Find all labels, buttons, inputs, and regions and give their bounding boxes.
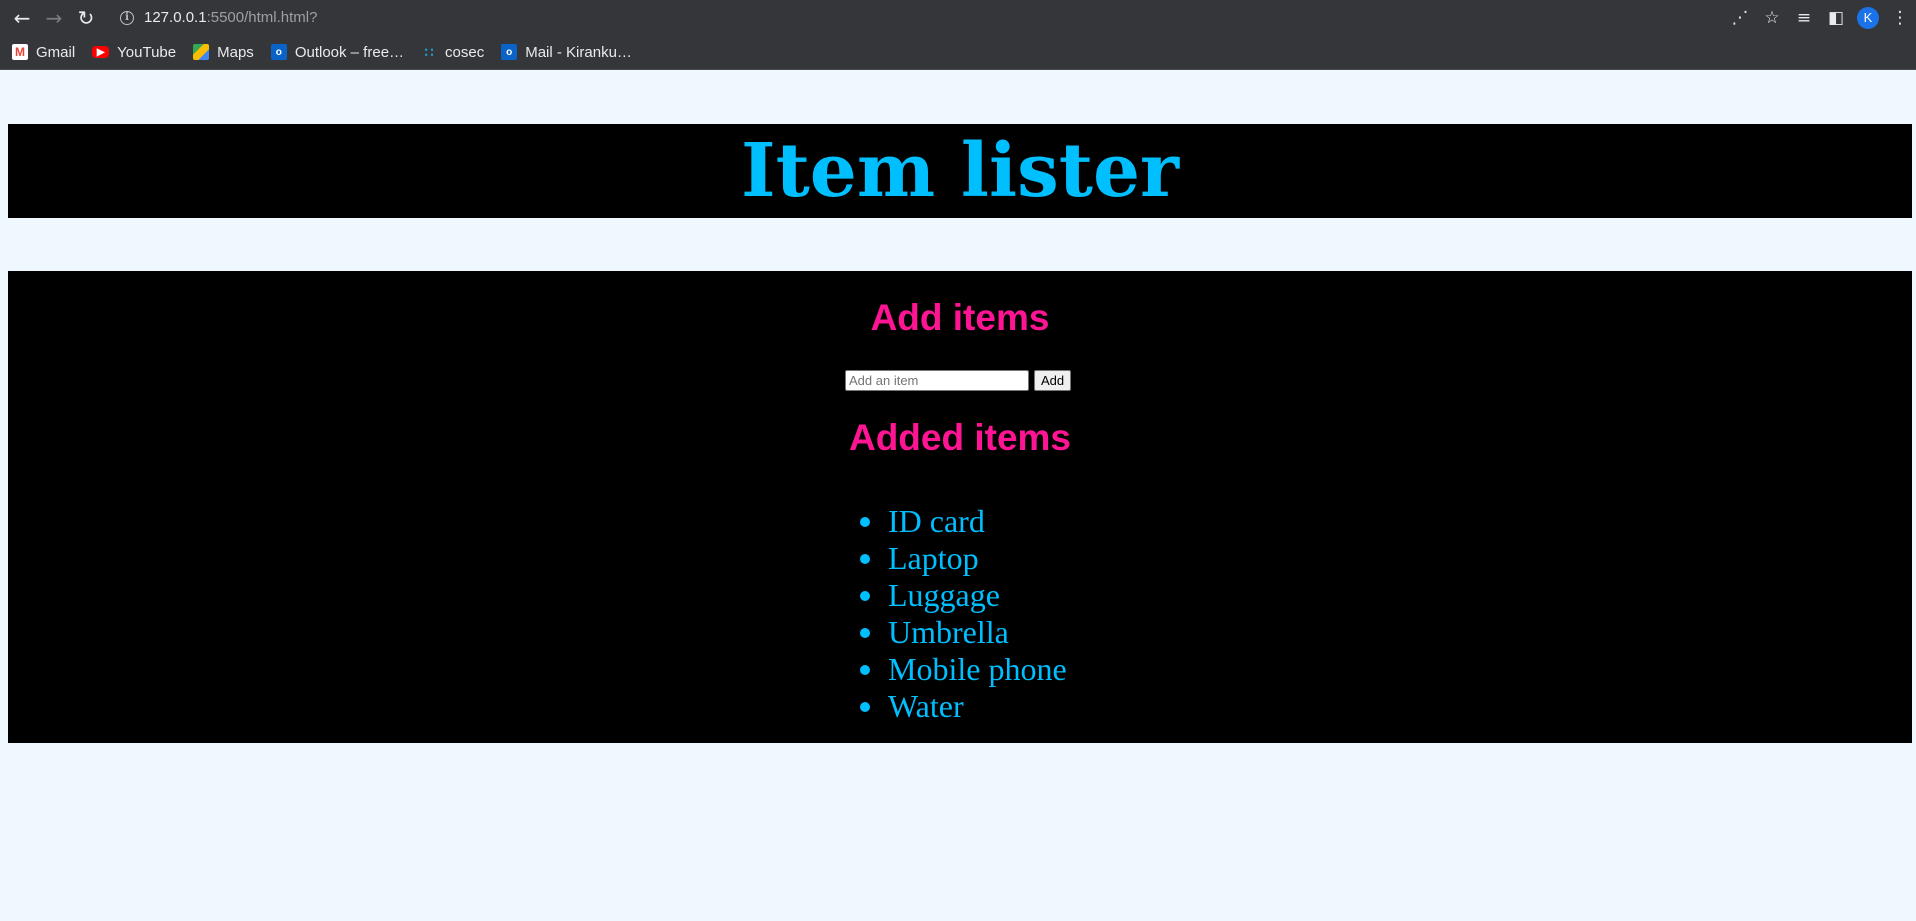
item-label: Mobile phone xyxy=(888,651,1067,687)
list-item: ID card xyxy=(860,503,1067,540)
bookmark-cosec[interactable]: ∷ cosec xyxy=(421,43,485,61)
bookmark-label: Outlook – free… xyxy=(294,43,405,61)
bookmark-gmail[interactable]: M Gmail xyxy=(12,44,75,61)
main-panel: Add items Add Added items ID card Laptop… xyxy=(8,271,1912,743)
item-label: Umbrella xyxy=(888,614,1009,650)
maps-icon xyxy=(193,44,210,60)
bullet-icon xyxy=(860,590,870,601)
items-list: ID card Laptop Luggage Umbrella Mobile p… xyxy=(860,503,1067,725)
url-path: :5500/html.html? xyxy=(206,9,318,26)
reading-list-icon[interactable]: ≡ xyxy=(1788,0,1820,35)
list-item: Laptop xyxy=(860,540,1067,577)
bookmark-label: Mail - Kiranku… xyxy=(525,43,632,61)
item-label: ID card xyxy=(888,503,985,539)
bookmarks-bar: M Gmail ▶ YouTube Maps o Outlook – free…… xyxy=(0,35,1916,70)
item-label: Luggage xyxy=(888,577,1000,613)
bookmark-label: Maps xyxy=(217,43,254,61)
share-icon[interactable]: ⋰ xyxy=(1724,0,1756,35)
bullet-icon xyxy=(860,664,870,675)
item-label: Water xyxy=(888,688,964,724)
bookmark-mail[interactable]: o Mail - Kiranku… xyxy=(501,44,632,61)
bullet-icon xyxy=(860,516,870,527)
add-button[interactable]: Add xyxy=(1034,370,1072,391)
reload-icon[interactable]: ↻ xyxy=(70,0,102,35)
gmail-icon: M xyxy=(12,44,28,60)
outlook-icon: o xyxy=(501,44,518,60)
added-items-heading: Added items xyxy=(848,417,1072,458)
list-item: Water xyxy=(860,688,1067,725)
profile-avatar[interactable]: K xyxy=(1852,0,1884,35)
bookmark-maps[interactable]: Maps xyxy=(193,44,254,61)
bullet-icon xyxy=(860,627,870,638)
avatar: K xyxy=(1857,6,1879,29)
page-header: Item lister xyxy=(8,124,1912,218)
bookmark-outlook[interactable]: o Outlook – free… xyxy=(270,43,405,61)
page-title: Item lister xyxy=(740,128,1180,214)
list-item: Mobile phone xyxy=(860,651,1067,688)
cosec-icon: ∷ xyxy=(424,43,434,60)
youtube-icon: ▶ xyxy=(92,46,110,58)
toolbar-actions: ⋰ ☆ ≡ ◧ K ⋮ xyxy=(1724,0,1916,35)
browser-toolbar: ← → ↻ i 127.0.0.1:5500/html.html? ⋰ ☆ ≡ … xyxy=(0,0,1916,35)
bookmark-star-icon[interactable]: ☆ xyxy=(1756,0,1788,35)
url-host: 127.0.0.1 xyxy=(144,9,207,26)
add-items-heading: Add items xyxy=(870,297,1050,338)
bookmark-youtube[interactable]: ▶ YouTube xyxy=(92,44,176,61)
list-item: Luggage xyxy=(860,577,1067,614)
address-bar[interactable]: i 127.0.0.1:5500/html.html? xyxy=(106,3,1696,32)
bookmark-label: YouTube xyxy=(117,43,177,61)
outlook-icon: o xyxy=(270,44,287,60)
bullet-icon xyxy=(860,701,870,712)
add-item-form: Add xyxy=(845,370,1072,391)
bookmark-label: Gmail xyxy=(36,43,76,61)
menu-kebab-icon[interactable]: ⋮ xyxy=(1884,0,1916,35)
bookmark-label: cosec xyxy=(445,43,485,61)
back-arrow-icon[interactable]: ← xyxy=(6,0,38,35)
forward-arrow-icon[interactable]: → xyxy=(38,0,70,35)
site-info-icon[interactable]: i xyxy=(120,10,134,25)
bullet-icon xyxy=(860,553,870,564)
item-input[interactable] xyxy=(845,370,1029,391)
side-panel-icon[interactable]: ◧ xyxy=(1820,0,1852,35)
list-item: Umbrella xyxy=(860,614,1067,651)
item-label: Laptop xyxy=(888,540,979,576)
